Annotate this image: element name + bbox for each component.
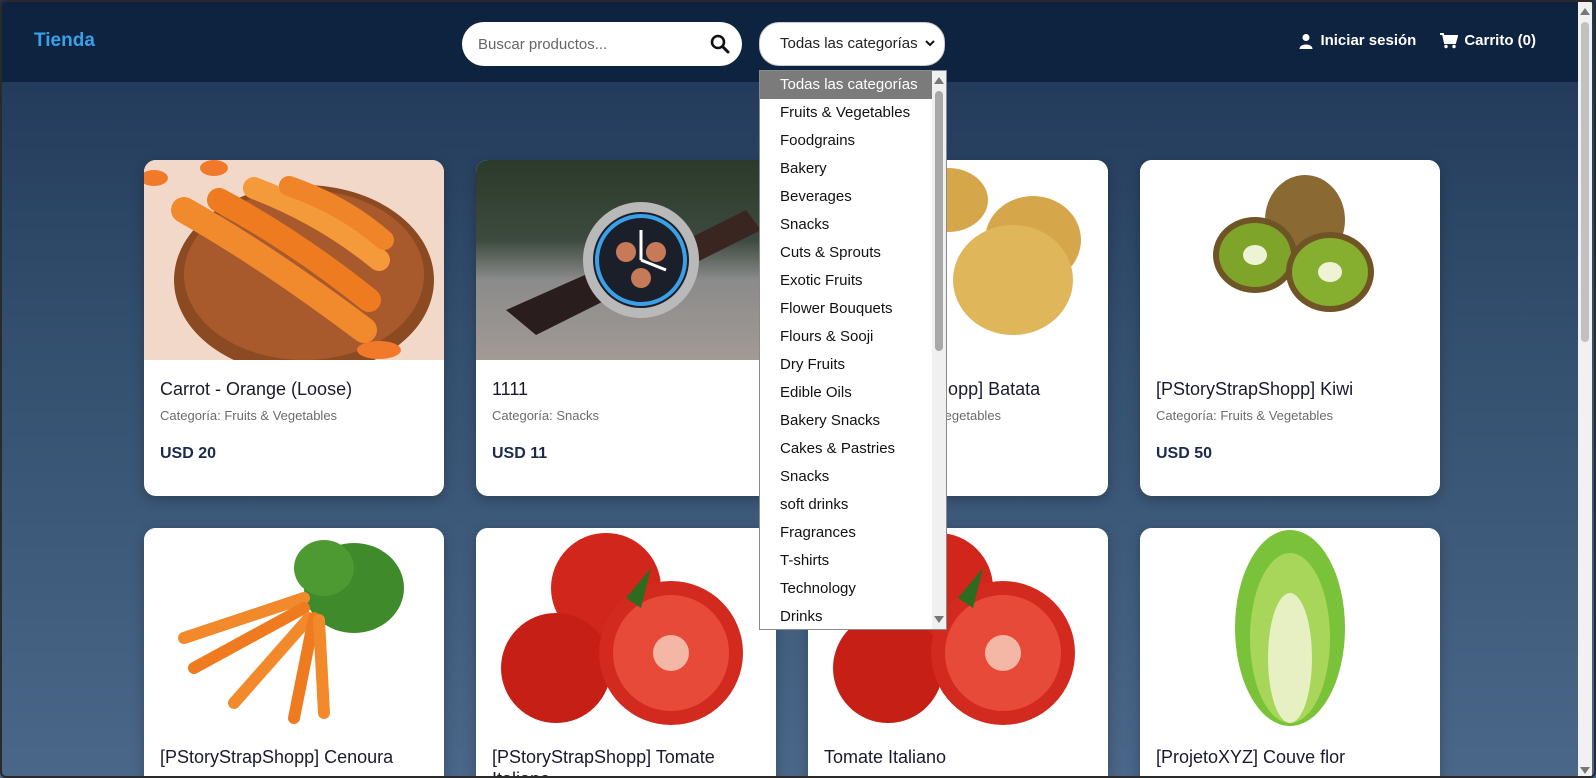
browser-viewport: Tienda Todas las categorías Iniciar sesi… bbox=[0, 0, 1596, 778]
scroll-up-arrow-icon[interactable] bbox=[934, 77, 944, 84]
product-image bbox=[476, 528, 776, 728]
product-card[interactable]: [ProjetoXYZ] Couve flor bbox=[1140, 528, 1440, 776]
window-scroll-thumb[interactable] bbox=[1581, 22, 1589, 342]
search-bar bbox=[462, 22, 742, 66]
dropdown-option[interactable]: Cuts & Sprouts bbox=[760, 239, 932, 267]
scroll-down-arrow-icon[interactable] bbox=[1580, 767, 1590, 774]
dropdown-option[interactable]: Flours & Sooji bbox=[760, 323, 932, 351]
search-icon[interactable] bbox=[710, 34, 730, 54]
dropdown-option[interactable]: Beverages bbox=[760, 183, 932, 211]
dropdown-option[interactable]: Bakery bbox=[760, 155, 932, 183]
category-select-value: Todas las categorías bbox=[780, 35, 918, 52]
product-title: [PStoryStrapShopp] Tomate Italiano bbox=[492, 747, 715, 776]
product-card[interactable]: Carrot - Orange (Loose) Categoría: Fruit… bbox=[144, 160, 444, 496]
dropdown-scroll-thumb[interactable] bbox=[935, 91, 943, 351]
dropdown-option[interactable]: T-shirts bbox=[760, 547, 932, 575]
kiwis-image bbox=[1213, 175, 1374, 312]
scroll-up-arrow-icon[interactable] bbox=[1580, 8, 1590, 15]
product-image bbox=[144, 160, 444, 360]
login-link[interactable]: Iniciar sesión bbox=[1298, 32, 1416, 49]
category-dropdown-list: Todas las categorías Fruits & Vegetables F… bbox=[759, 70, 947, 630]
cabbage-image bbox=[1235, 530, 1345, 726]
product-card[interactable]: [PStoryStrapShopp] Kiwi Categoría: Fruit… bbox=[1140, 160, 1440, 496]
product-category: Categoría: Fruits & Vegetables bbox=[160, 408, 338, 423]
dropdown-option[interactable]: Todas las categorías bbox=[760, 71, 932, 99]
dropdown-option[interactable]: Foodgrains bbox=[760, 127, 932, 155]
product-title: [PStoryStrapShopp] Kiwi bbox=[1156, 379, 1354, 399]
product-image bbox=[476, 160, 776, 360]
header-actions: Iniciar sesión Carrito (0) bbox=[1298, 32, 1536, 49]
tomatoes-image bbox=[501, 533, 743, 725]
product-card[interactable]: [PStoryStrapShopp] Tomate Italiano bbox=[476, 528, 776, 776]
cart-label: Carrito (0) bbox=[1464, 32, 1536, 49]
dropdown-option[interactable]: Bakery Snacks bbox=[760, 407, 932, 435]
product-card[interactable]: 1111 Categoría: Snacks USD 11 bbox=[476, 160, 776, 496]
dropdown-option[interactable]: Fruits & Vegetables bbox=[760, 99, 932, 127]
wristwatch-image bbox=[506, 202, 761, 335]
product-category: Categoría: Fruits & Vegetables bbox=[1156, 408, 1334, 423]
dropdown-option[interactable]: soft drinks bbox=[760, 491, 932, 519]
product-title: Carrot - Orange (Loose) bbox=[160, 379, 353, 399]
dropdown-option[interactable]: Snacks bbox=[760, 463, 932, 491]
cart-link[interactable]: Carrito (0) bbox=[1440, 32, 1536, 49]
brand-logo[interactable]: Tienda bbox=[34, 30, 95, 52]
search-input[interactable] bbox=[478, 22, 698, 66]
product-category: Categoría: Snacks bbox=[492, 408, 599, 423]
product-title: [ProjetoXYZ] Couve flor bbox=[1156, 747, 1346, 767]
dropdown-option[interactable]: Snacks bbox=[760, 211, 932, 239]
product-image bbox=[144, 528, 444, 728]
product-card[interactable]: [PStoryStrapShopp] Cenoura bbox=[144, 528, 444, 776]
product-title: Tomate Italiano bbox=[824, 747, 947, 767]
product-title: [PStoryStrapShopp] Cenoura bbox=[160, 747, 394, 767]
dropdown-option[interactable]: Drinks bbox=[760, 603, 932, 629]
dropdown-scrollbar[interactable] bbox=[932, 71, 946, 629]
product-price: USD 11 bbox=[492, 445, 548, 462]
scroll-down-arrow-icon[interactable] bbox=[934, 616, 944, 623]
product-title: 1111 bbox=[492, 379, 529, 399]
dropdown-option[interactable]: Edible Oils bbox=[760, 379, 932, 407]
window-scrollbar[interactable] bbox=[1578, 2, 1592, 776]
dropdown-option[interactable]: Flower Bouquets bbox=[760, 295, 932, 323]
login-label: Iniciar sesión bbox=[1320, 32, 1417, 49]
carrot-bunch-image bbox=[178, 540, 404, 724]
product-price: USD 20 bbox=[160, 445, 217, 462]
dropdown-option[interactable]: Cakes & Pastries bbox=[760, 435, 932, 463]
product-price: USD 50 bbox=[1156, 445, 1213, 462]
cart-icon bbox=[1440, 32, 1459, 48]
carrots-on-board-image bbox=[144, 160, 434, 360]
dropdown-option[interactable]: Dry Fruits bbox=[760, 351, 932, 379]
category-select[interactable]: Todas las categorías bbox=[759, 22, 945, 66]
dropdown-option[interactable]: Fragrances bbox=[760, 519, 932, 547]
dropdown-option[interactable]: Exotic Fruits bbox=[760, 267, 932, 295]
product-image bbox=[1140, 528, 1440, 728]
product-image bbox=[1140, 160, 1440, 360]
dropdown-option[interactable]: Technology bbox=[760, 575, 932, 603]
chevron-down-icon bbox=[925, 40, 935, 47]
user-icon bbox=[1299, 33, 1313, 49]
